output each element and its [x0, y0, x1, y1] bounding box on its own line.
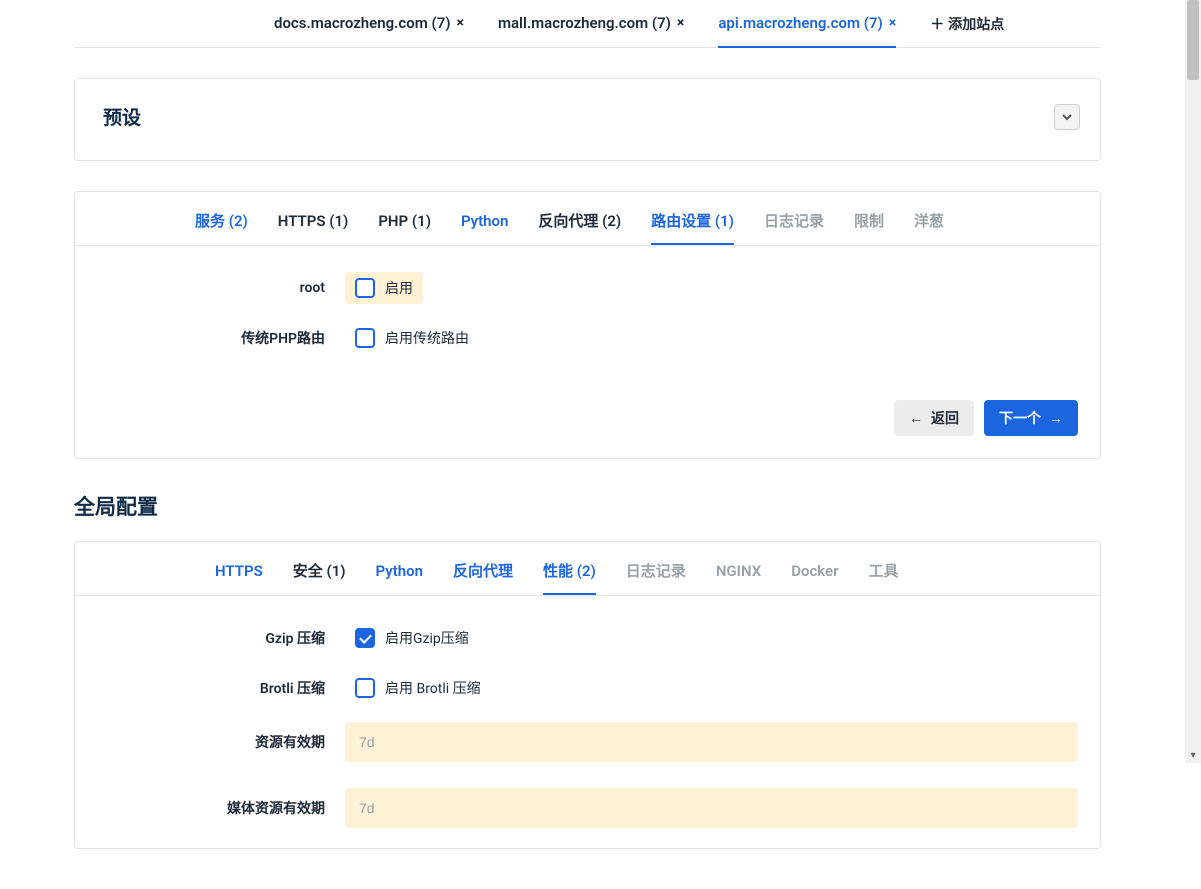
expand-button[interactable]: [1054, 104, 1080, 130]
preset-title: 预设: [103, 103, 141, 130]
gtab-security[interactable]: 安全 (1): [293, 560, 346, 595]
gtab-https[interactable]: HTTPS: [215, 562, 263, 594]
back-label: 返回: [931, 408, 959, 428]
preset-card: 预设: [74, 78, 1101, 161]
gzip-checkbox[interactable]: [355, 628, 375, 648]
gtab-performance[interactable]: 性能 (2): [543, 560, 596, 595]
gzip-row: Gzip 压缩 启用Gzip压缩: [97, 622, 1078, 654]
gtab-log[interactable]: 日志记录: [626, 560, 686, 595]
scrollbar-thumb[interactable]: [1187, 0, 1199, 80]
close-icon[interactable]: ×: [677, 15, 684, 31]
root-check-label: 启用: [385, 278, 413, 298]
route-form: root 启用 传统PHP路由 启用传统路由: [75, 246, 1100, 392]
arrow-right-icon: →: [1049, 410, 1063, 427]
tab-python[interactable]: Python: [461, 212, 508, 244]
next-button[interactable]: 下一个 →: [984, 400, 1078, 436]
gtab-docker[interactable]: Docker: [791, 562, 838, 594]
chevron-down-icon: [1061, 111, 1073, 123]
gzip-check-wrap: 启用Gzip压缩: [345, 622, 479, 654]
close-icon[interactable]: ×: [889, 15, 896, 31]
tab-service[interactable]: 服务 (2): [195, 210, 248, 245]
media-expire-label: 媒体资源有效期: [97, 798, 345, 818]
gtab-tools[interactable]: 工具: [869, 560, 899, 595]
asset-expire-row: 资源有效期: [97, 722, 1078, 762]
site-tab-mall[interactable]: mall.macrozheng.com (7) ×: [498, 0, 684, 48]
gtab-nginx[interactable]: NGINX: [716, 562, 761, 594]
global-tabs: HTTPS 安全 (1) Python 反向代理 性能 (2) 日志记录 NGI…: [75, 542, 1100, 596]
site-config-card: 服务 (2) HTTPS (1) PHP (1) Python 反向代理 (2)…: [74, 191, 1101, 459]
root-row: root 启用: [97, 272, 1078, 304]
gzip-label: Gzip 压缩: [97, 628, 345, 648]
site-tab-api[interactable]: api.macrozheng.com (7) ×: [718, 0, 896, 48]
gtab-python[interactable]: Python: [376, 562, 423, 594]
next-label: 下一个: [999, 408, 1041, 428]
route-nav-buttons: ← 返回 下一个 →: [75, 392, 1100, 458]
media-expire-row: 媒体资源有效期: [97, 788, 1078, 828]
scrollbar[interactable]: ▾: [1185, 0, 1201, 763]
add-site-button[interactable]: ＋ 添加站点: [930, 14, 1004, 34]
php-route-check-label: 启用传统路由: [385, 328, 469, 348]
php-route-row: 传统PHP路由 启用传统路由: [97, 322, 1078, 354]
tab-https[interactable]: HTTPS (1): [278, 212, 349, 244]
tab-route[interactable]: 路由设置 (1): [651, 210, 734, 245]
brotli-check-wrap: 启用 Brotli 压缩: [345, 672, 491, 704]
root-check-wrap: 启用: [345, 272, 423, 304]
global-config-card: HTTPS 安全 (1) Python 反向代理 性能 (2) 日志记录 NGI…: [74, 541, 1101, 849]
gtab-reverse-proxy[interactable]: 反向代理: [453, 560, 513, 595]
asset-expire-input[interactable]: [345, 722, 1078, 762]
tab-php[interactable]: PHP (1): [378, 212, 431, 244]
root-checkbox[interactable]: [355, 278, 375, 298]
site-config-tabs: 服务 (2) HTTPS (1) PHP (1) Python 反向代理 (2)…: [75, 192, 1100, 246]
root-label: root: [97, 280, 345, 296]
site-tab-label: api.macrozheng.com (7): [718, 14, 882, 32]
site-tab-label: mall.macrozheng.com (7): [498, 14, 671, 32]
arrow-left-icon: ←: [909, 410, 923, 427]
chevron-down-icon[interactable]: ▾: [1185, 747, 1201, 763]
brotli-check-label: 启用 Brotli 压缩: [385, 678, 481, 698]
gzip-check-label: 启用Gzip压缩: [385, 628, 469, 648]
tab-reverse-proxy[interactable]: 反向代理 (2): [538, 210, 621, 245]
php-route-label: 传统PHP路由: [97, 328, 345, 348]
plus-icon: ＋: [930, 14, 944, 34]
site-tab-label: docs.macrozheng.com (7): [274, 14, 451, 32]
site-tabs: docs.macrozheng.com (7) × mall.macrozhen…: [74, 0, 1101, 48]
brotli-checkbox[interactable]: [355, 678, 375, 698]
site-tab-docs[interactable]: docs.macrozheng.com (7) ×: [274, 0, 464, 48]
php-route-check-wrap: 启用传统路由: [345, 322, 479, 354]
preset-header: 预设: [75, 79, 1100, 160]
add-site-label: 添加站点: [948, 14, 1004, 34]
php-route-checkbox[interactable]: [355, 328, 375, 348]
global-config-heading: 全局配置: [74, 491, 1101, 521]
performance-form: Gzip 压缩 启用Gzip压缩 Brotli 压缩 启用 Brotli 压缩 …: [75, 596, 1100, 848]
tab-limit[interactable]: 限制: [854, 210, 884, 245]
media-expire-input[interactable]: [345, 788, 1078, 828]
brotli-row: Brotli 压缩 启用 Brotli 压缩: [97, 672, 1078, 704]
tab-onion[interactable]: 洋葱: [914, 210, 944, 245]
brotli-label: Brotli 压缩: [97, 678, 345, 698]
back-button[interactable]: ← 返回: [894, 400, 974, 436]
tab-log[interactable]: 日志记录: [764, 210, 824, 245]
asset-expire-label: 资源有效期: [97, 732, 345, 752]
close-icon[interactable]: ×: [457, 15, 464, 31]
